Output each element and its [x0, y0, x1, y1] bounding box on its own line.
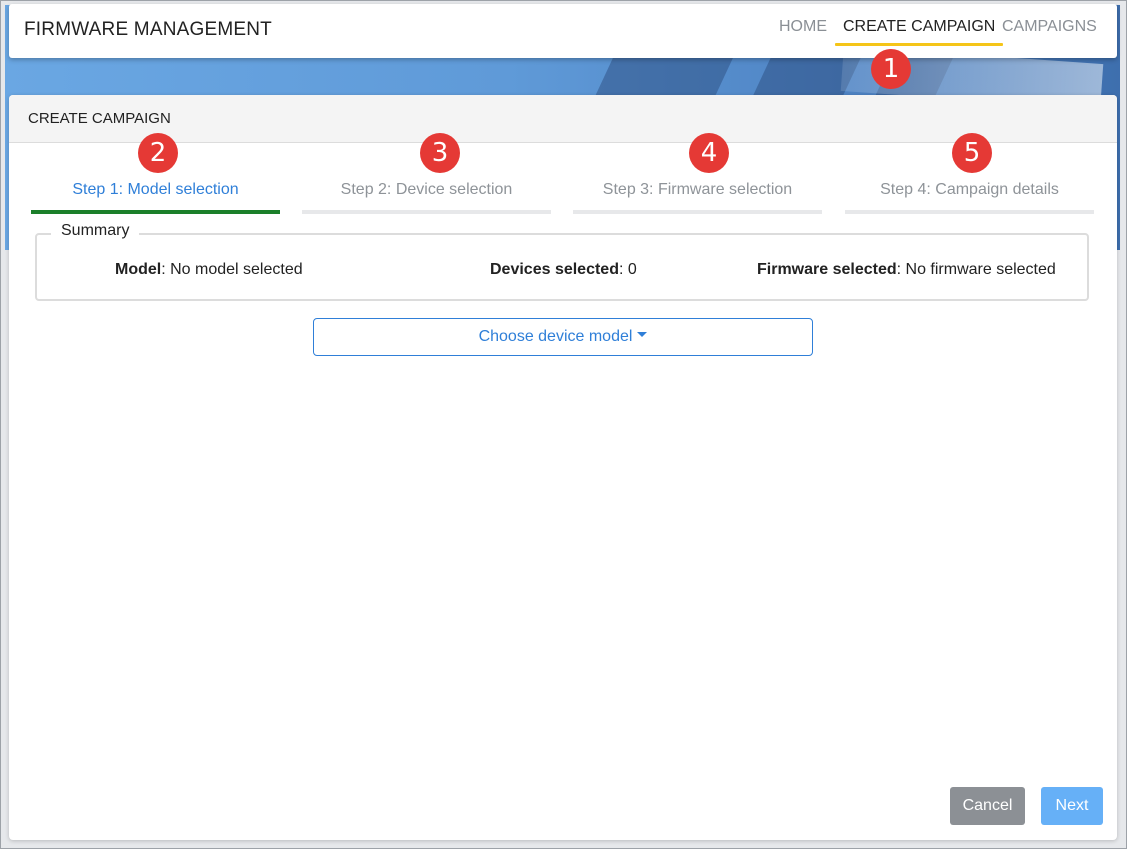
choose-device-model-dropdown[interactable]: Choose device model — [313, 318, 813, 356]
step-label: Step 1: Model selection — [72, 181, 239, 198]
summary-devices: Devices selected: 0 — [490, 261, 637, 279]
step-progress-bar — [31, 210, 280, 214]
callout-badge-1: 1 — [871, 49, 911, 89]
callout-badge-4: 4 — [689, 133, 729, 173]
summary-firmware-label: Firmware selected — [757, 261, 897, 278]
callout-badge-2: 2 — [138, 133, 178, 173]
step-progress-bar — [302, 210, 551, 214]
panel-header: CREATE CAMPAIGN — [9, 95, 1117, 143]
step-label: Step 3: Firmware selection — [602, 181, 793, 198]
panel-title: CREATE CAMPAIGN — [28, 110, 171, 127]
next-button[interactable]: Next — [1041, 787, 1103, 825]
cancel-button[interactable]: Cancel — [950, 787, 1025, 825]
summary-firmware: Firmware selected: No firmware selected — [757, 261, 1056, 279]
nav-campaigns-link[interactable]: CAMPAIGNS — [1002, 18, 1097, 46]
summary-devices-label: Devices selected — [490, 261, 619, 278]
summary-devices-value: : 0 — [618, 261, 637, 278]
app-title: FIRMWARE MANAGEMENT — [24, 19, 272, 40]
step-progress-bar — [573, 210, 822, 214]
callout-badge-5: 5 — [952, 133, 992, 173]
choose-device-model-label: Choose device model — [478, 328, 633, 345]
step-label: Step 2: Device selection — [340, 181, 513, 198]
step-model-selection[interactable]: Step 1: Model selection — [31, 181, 280, 214]
step-label: Step 4: Campaign details — [880, 181, 1059, 198]
summary-box: Summary Model: No model selected Devices… — [35, 222, 1089, 301]
create-campaign-panel: CREATE CAMPAIGN Step 1: Model selection … — [9, 95, 1117, 840]
step-progress-bar — [845, 210, 1094, 214]
step-firmware-selection[interactable]: Step 3: Firmware selection — [573, 181, 822, 214]
summary-model: Model: No model selected — [115, 261, 303, 279]
step-device-selection[interactable]: Step 2: Device selection — [302, 181, 551, 214]
summary-model-value: : No model selected — [161, 261, 303, 278]
top-navbar: FIRMWARE MANAGEMENT HOME CREATE CAMPAIGN… — [9, 4, 1117, 58]
summary-model-label: Model — [115, 261, 162, 278]
nav-create-campaign-link[interactable]: CREATE CAMPAIGN — [834, 18, 1004, 46]
summary-legend: Summary — [51, 222, 140, 240]
nav-home-link[interactable]: HOME — [779, 18, 827, 46]
step-campaign-details[interactable]: Step 4: Campaign details — [845, 181, 1094, 214]
caret-down-icon — [637, 332, 648, 338]
summary-firmware-value: : No firmware selected — [896, 261, 1056, 278]
callout-badge-3: 3 — [420, 133, 460, 173]
